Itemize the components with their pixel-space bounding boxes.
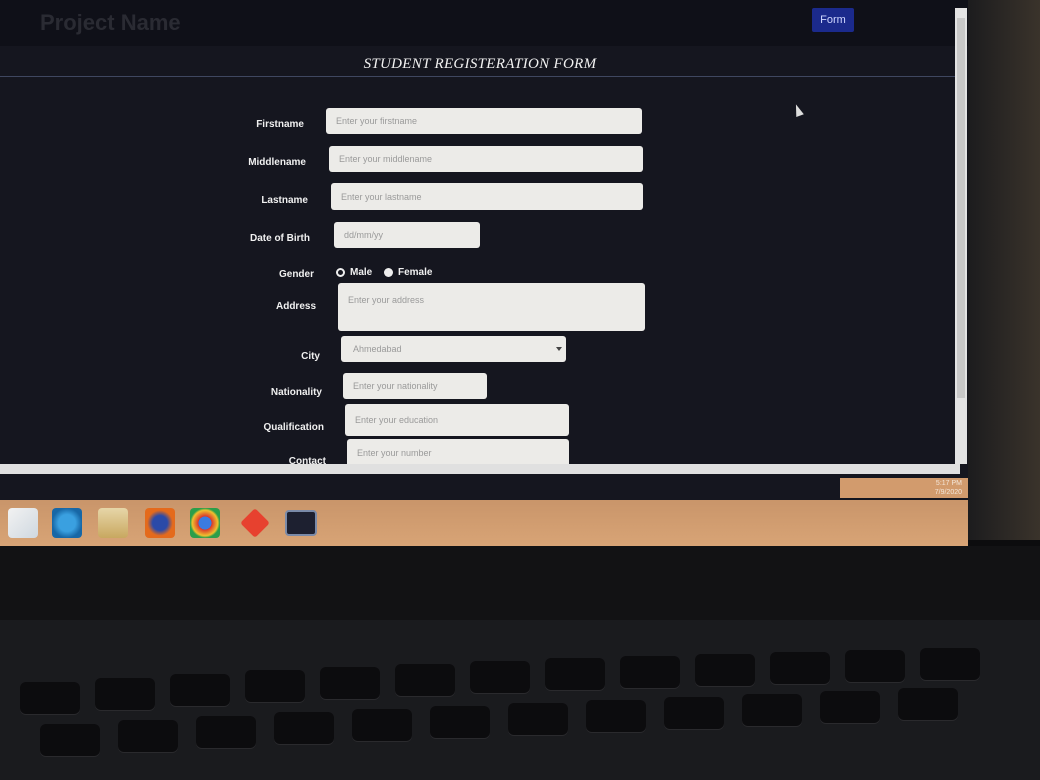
windows-start-icon[interactable]: [8, 508, 38, 538]
keyboard-key: [695, 654, 755, 686]
browser-screen: Project Name Form STUDENT REGISTERATION …: [0, 0, 968, 500]
keyboard-key: [352, 709, 412, 741]
internet-explorer-icon[interactable]: [52, 508, 82, 538]
keyboard-key: [470, 661, 530, 693]
male-radio[interactable]: [336, 268, 345, 277]
keyboard-key: [586, 700, 646, 732]
chevron-down-icon: [556, 347, 562, 351]
address-textarea[interactable]: Enter your address: [338, 283, 645, 331]
keyboard-key: [118, 720, 178, 752]
taskbar: [0, 500, 968, 546]
address-label: Address: [275, 301, 316, 312]
dob-label: Date of Birth: [250, 233, 310, 244]
keyboard-key: [742, 694, 802, 726]
keyboard-key: [20, 682, 80, 714]
male-radio-label: Male: [350, 267, 373, 278]
mouse-cursor-icon: [792, 102, 804, 118]
chrome-icon[interactable]: [190, 508, 220, 538]
navbar: Project Name Form: [0, 0, 968, 46]
laptop-bezel-right: [968, 0, 1040, 540]
keyboard-key: [545, 658, 605, 690]
contact-input[interactable]: Enter your number: [347, 439, 569, 467]
lastname-input[interactable]: Enter your lastname: [331, 183, 643, 210]
female-radio-label: Female: [398, 267, 433, 278]
system-tray[interactable]: 5:17 PM 7/9/2020: [840, 478, 968, 498]
file-explorer-icon[interactable]: [98, 508, 128, 538]
firstname-label: Firstname: [256, 119, 304, 130]
tray-time: 5:17 PM: [935, 480, 962, 487]
keyboard-key: [395, 664, 455, 696]
keyboard-key: [770, 652, 830, 684]
keyboard-key: [898, 688, 958, 720]
middlename-label: Middlename: [248, 157, 306, 168]
brand-name[interactable]: Project Name: [40, 10, 181, 36]
keyboard-key: [320, 667, 380, 699]
firstname-input[interactable]: Enter your firstname: [326, 108, 642, 134]
nationality-label: Nationality: [270, 387, 322, 398]
keyboard-key: [196, 716, 256, 748]
keyboard-key: [508, 703, 568, 735]
gender-female-option[interactable]: Female: [384, 267, 432, 278]
dob-input[interactable]: dd/mm/yy: [334, 222, 480, 248]
tray-date: 7/9/2020: [934, 489, 962, 496]
command-prompt-icon[interactable]: [285, 510, 317, 536]
keyboard-key: [620, 656, 680, 688]
gender-label: Gender: [278, 269, 314, 280]
city-selected-value: Ahmedabad: [353, 344, 402, 354]
keyboard-key: [95, 678, 155, 710]
lastname-label: Lastname: [261, 195, 308, 206]
middlename-input[interactable]: Enter your middlename: [329, 146, 643, 172]
city-label: City: [301, 351, 320, 362]
firefox-icon[interactable]: [145, 508, 175, 538]
gender-male-option[interactable]: Male: [336, 267, 372, 278]
scrollbar-thumb[interactable]: [957, 18, 965, 398]
female-radio[interactable]: [384, 268, 393, 277]
git-icon[interactable]: [240, 508, 270, 538]
keyboard-key: [820, 691, 880, 723]
vertical-scrollbar[interactable]: [955, 8, 967, 464]
title-divider: [0, 76, 960, 77]
city-select[interactable]: Ahmedabad: [341, 336, 566, 362]
keyboard-key: [430, 706, 490, 738]
keyboard-key: [274, 712, 334, 744]
keyboard-key: [920, 648, 980, 680]
laptop-keyboard: [0, 620, 1040, 780]
keyboard-key: [664, 697, 724, 729]
qualification-input[interactable]: Enter your education: [345, 404, 569, 436]
keyboard-key: [245, 670, 305, 702]
nav-form-button[interactable]: Form: [812, 8, 854, 32]
horizontal-scrollbar[interactable]: [0, 464, 960, 474]
form-title: STUDENT REGISTERATION FORM: [363, 56, 597, 72]
keyboard-key: [170, 674, 230, 706]
keyboard-key: [845, 650, 905, 682]
nationality-input[interactable]: Enter your nationality: [343, 373, 487, 399]
qualification-label: Qualification: [263, 422, 324, 433]
keyboard-key: [40, 724, 100, 756]
tray-clock[interactable]: 5:17 PM 7/9/2020: [935, 479, 962, 497]
